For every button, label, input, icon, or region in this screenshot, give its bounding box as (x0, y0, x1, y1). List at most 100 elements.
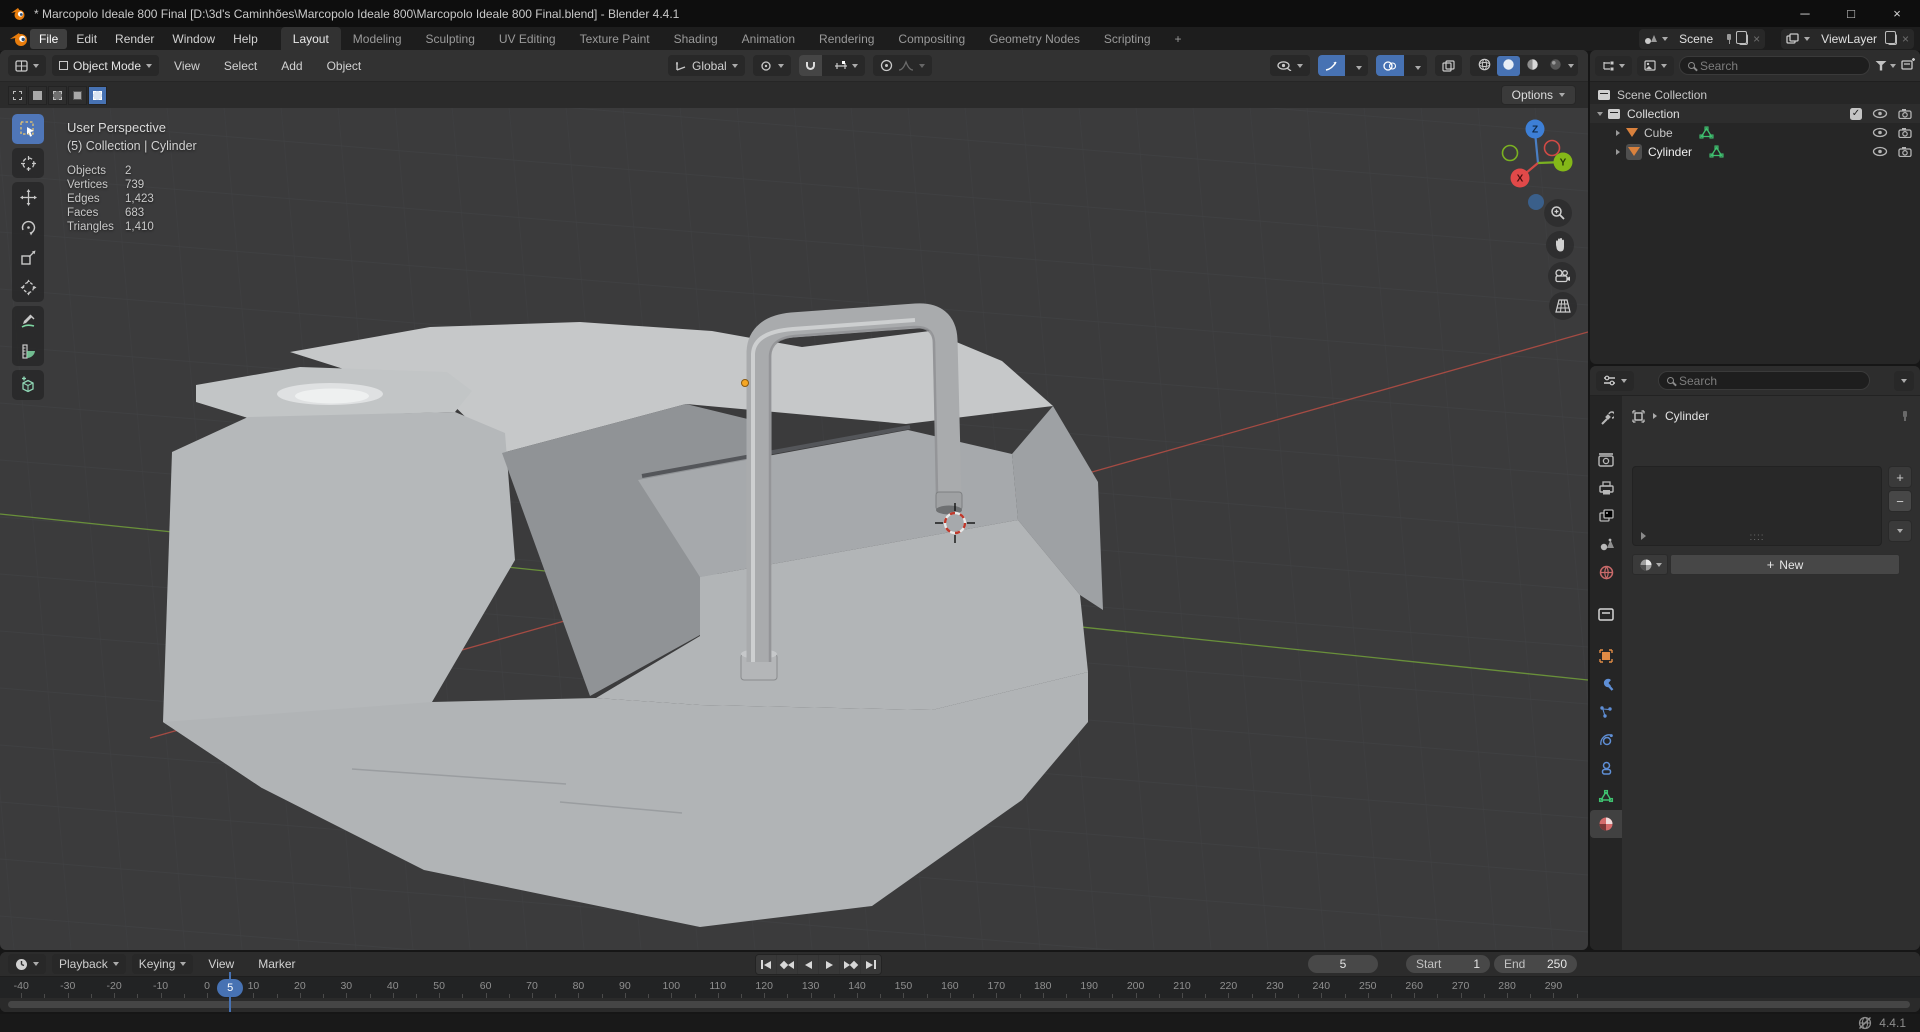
tool-select-box[interactable] (12, 114, 44, 144)
hide-eye-icon[interactable] (1872, 127, 1888, 138)
properties-tab-data[interactable] (1590, 782, 1622, 810)
properties-tab-object[interactable] (1590, 642, 1622, 670)
overlays-dropdown[interactable] (1409, 59, 1427, 73)
mode-dropdown[interactable]: Object Mode (52, 55, 160, 76)
tool-measure[interactable] (12, 336, 44, 366)
pin-icon[interactable] (1724, 34, 1734, 44)
timeline-menu-marker[interactable]: Marker (249, 954, 304, 974)
pin-id-icon[interactable] (1900, 411, 1910, 421)
tab-shading[interactable]: Shading (662, 27, 730, 51)
new-collection-button[interactable] (1901, 57, 1915, 74)
frame-end-field[interactable]: End 250 (1493, 954, 1578, 974)
select-mode-subtract[interactable] (48, 85, 67, 105)
slot-list-expand-icon[interactable] (1641, 532, 1646, 540)
timeline-menu-view[interactable]: View (199, 954, 243, 974)
shading-material-button[interactable] (1522, 56, 1543, 76)
play-reverse-button[interactable] (798, 955, 818, 974)
select-mode-set[interactable] (8, 85, 27, 105)
snap-toggle[interactable] (798, 55, 822, 76)
camera-view-button[interactable] (1548, 262, 1576, 290)
breadcrumb-object-name[interactable]: Cylinder (1665, 409, 1709, 423)
cube-expand-icon[interactable] (1616, 129, 1620, 136)
menu-window[interactable]: Window (163, 29, 224, 49)
close-button[interactable]: × (1874, 0, 1920, 27)
new-viewlayer-icon[interactable] (1884, 30, 1897, 45)
maximize-button[interactable]: □ (1828, 0, 1874, 27)
shading-rendered-button[interactable] (1545, 56, 1566, 76)
unlink-scene-icon[interactable]: × (1753, 32, 1760, 46)
snap-settings-dropdown[interactable] (827, 60, 865, 71)
properties-tab-world[interactable] (1590, 558, 1622, 586)
scene-browse-chevron-icon[interactable] (1662, 37, 1669, 41)
blender-menu-logo-icon[interactable] (8, 31, 30, 47)
toggle-perspective-button[interactable] (1549, 292, 1577, 320)
tool-annotate[interactable] (12, 306, 44, 336)
select-mode-invert[interactable] (68, 85, 87, 105)
properties-search-input[interactable]: Search (1658, 371, 1870, 390)
object-visibility-dropdown[interactable] (1270, 55, 1310, 76)
navigation-gizmo[interactable]: Z X Y (1500, 115, 1580, 215)
tab-rendering[interactable]: Rendering (807, 27, 886, 51)
jump-to-end-button[interactable] (861, 955, 881, 974)
tab-scripting[interactable]: Scripting (1092, 27, 1163, 51)
tab-uv-editing[interactable]: UV Editing (487, 27, 568, 51)
pivot-point-dropdown[interactable] (752, 55, 791, 76)
xray-toggle[interactable] (1435, 55, 1462, 76)
new-scene-icon[interactable] (1736, 30, 1749, 45)
properties-tab-render[interactable] (1590, 446, 1622, 474)
tab-animation[interactable]: Animation (730, 27, 807, 51)
viewport-canvas[interactable] (0, 50, 1588, 950)
properties-tab-output[interactable] (1590, 474, 1622, 502)
gizmo-neg-y-axis[interactable] (1501, 144, 1519, 162)
slot-list-grip[interactable]: :::: (1749, 532, 1764, 543)
disable-render-camera-icon[interactable] (1898, 146, 1912, 157)
keying-dropdown[interactable]: Keying (131, 954, 194, 974)
scene-name[interactable]: Scene (1673, 32, 1719, 46)
tool-add-cube[interactable] (12, 370, 44, 400)
jump-to-start-button[interactable] (756, 955, 776, 974)
disable-render-camera-icon[interactable] (1898, 127, 1912, 138)
outliner-filter-id-dropdown[interactable] (1637, 55, 1674, 76)
menu-edit[interactable]: Edit (67, 29, 106, 49)
gizmo-dropdown[interactable] (1350, 59, 1368, 73)
options-dropdown[interactable]: Options (1500, 85, 1576, 105)
outliner-filter-dropdown[interactable] (1875, 60, 1896, 71)
properties-tab-scene[interactable] (1590, 530, 1622, 558)
select-mode-extend[interactable] (28, 85, 47, 105)
outliner-row-cylinder[interactable]: Cylinder (1590, 142, 1920, 161)
gizmo-neg-x-axis[interactable] (1543, 139, 1561, 157)
shading-wireframe-button[interactable] (1474, 56, 1495, 76)
collection-expand-icon[interactable] (1597, 111, 1603, 116)
outliner-display-mode-dropdown[interactable] (1595, 55, 1632, 76)
menu-render[interactable]: Render (106, 29, 163, 49)
show-overlays-toggle[interactable] (1376, 55, 1404, 76)
viewport-menu-view[interactable]: View (165, 56, 209, 76)
viewport-menu-select[interactable]: Select (215, 56, 266, 76)
new-material-button[interactable]: + New (1670, 554, 1900, 575)
play-button[interactable] (819, 955, 839, 974)
browse-material-dropdown[interactable] (1632, 554, 1668, 575)
current-frame-field[interactable]: 5 (1307, 954, 1379, 974)
timeline-editor-dropdown[interactable] (8, 954, 46, 974)
tool-cursor[interactable] (12, 148, 44, 178)
properties-options-dropdown[interactable] (1894, 370, 1914, 391)
properties-tab-material[interactable] (1590, 810, 1622, 838)
viewlayer-name[interactable]: ViewLayer (1815, 32, 1883, 46)
next-keyframe-button[interactable] (840, 955, 860, 974)
timeline-scrollbar[interactable] (8, 1001, 1910, 1008)
previous-keyframe-button[interactable] (777, 955, 797, 974)
gizmo-neg-z-axis[interactable] (1528, 194, 1544, 210)
collection-checkbox[interactable]: ✓ (1850, 107, 1862, 120)
hide-eye-icon[interactable] (1872, 146, 1888, 157)
remove-material-slot-button[interactable]: − (1888, 490, 1912, 512)
outliner-search-input[interactable]: Search (1679, 56, 1870, 75)
add-workspace-button[interactable]: + (1163, 27, 1194, 51)
proportional-editing-controls[interactable] (872, 55, 932, 76)
outliner-row-scene-collection[interactable]: Scene Collection (1590, 85, 1920, 104)
properties-editor-dropdown[interactable] (1596, 370, 1634, 391)
properties-tab-particles[interactable] (1590, 698, 1622, 726)
add-material-slot-button[interactable]: + (1888, 466, 1912, 488)
properties-tab-constraints[interactable] (1590, 754, 1622, 782)
tool-rotate[interactable] (12, 212, 44, 242)
zoom-view-button[interactable] (1544, 199, 1572, 227)
